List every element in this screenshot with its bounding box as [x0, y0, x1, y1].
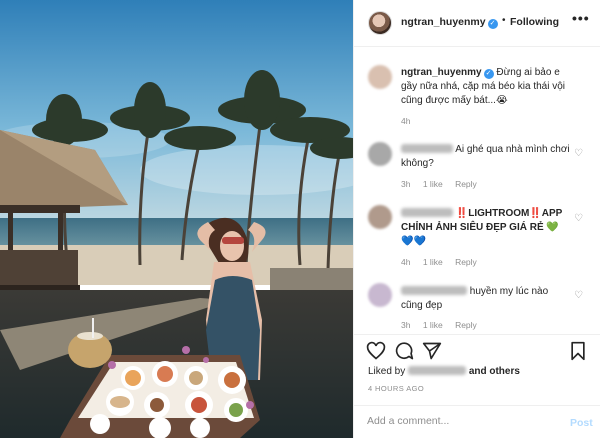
post-actions: Liked by and others 4 HOURS AGO Post	[354, 334, 600, 438]
resort-pool-photo	[0, 0, 353, 438]
hidden-username[interactable]	[401, 208, 453, 217]
more-options-icon[interactable]: •••	[572, 10, 590, 26]
comment-meta: 4h 1 like Reply	[401, 257, 487, 267]
add-comment-bar: Post	[354, 405, 600, 438]
author-username[interactable]: ngtran_huyenmy ✓	[401, 16, 498, 29]
liked-by-others[interactable]: and others	[469, 366, 520, 377]
comment-likes[interactable]: 1 like	[423, 179, 443, 189]
post-header: ngtran_huyenmy ✓ • Following •••	[354, 0, 600, 47]
comment-meta: 3h 1 like Reply	[401, 320, 487, 330]
comment-age[interactable]: 3h	[401, 320, 410, 330]
verified-icon: ✓	[483, 69, 494, 79]
comment-likes[interactable]: 1 like	[423, 257, 443, 267]
following-button[interactable]: Following	[510, 16, 559, 28]
comment-icon[interactable]	[394, 341, 414, 361]
header-separator: •	[502, 15, 506, 26]
caption-age[interactable]: 4h	[401, 116, 410, 126]
blue-hearts-emoji: 💙💙	[401, 236, 426, 247]
crying-emoji: 😭	[495, 95, 508, 106]
author-username-text[interactable]: ngtran_huyenmy	[401, 16, 486, 28]
reply-button[interactable]: Reply	[455, 320, 477, 330]
reply-button[interactable]: Reply	[455, 179, 477, 189]
like-comment-icon[interactable]: ♡	[574, 213, 583, 224]
add-comment-input[interactable]	[367, 415, 547, 427]
share-icon[interactable]	[422, 341, 442, 361]
author-avatar[interactable]	[368, 11, 392, 35]
comment-avatar[interactable]	[368, 205, 392, 229]
hidden-username[interactable]	[401, 286, 467, 295]
comment-age[interactable]: 4h	[401, 257, 410, 267]
like-comment-icon[interactable]: ♡	[574, 148, 583, 159]
reply-button[interactable]: Reply	[455, 257, 477, 267]
verified-icon: ✓	[487, 19, 498, 29]
comments-list[interactable]: ngtran_huyenmy ✓ Đừng ai bảo e gầy nữa nh…	[354, 47, 600, 334]
comment-item: Ai ghé qua nhà mình chơi không?	[401, 143, 571, 171]
comment-likes[interactable]: 1 like	[423, 320, 443, 330]
hidden-liker-name[interactable]	[408, 366, 467, 375]
liked-by-prefix: Liked by	[368, 366, 406, 377]
instagram-post: ngtran_huyenmy ✓ • Following ••• ngtran_h…	[0, 0, 600, 438]
bookmark-icon[interactable]	[568, 341, 588, 361]
post-timestamp[interactable]: 4 HOURS AGO	[368, 384, 424, 393]
comment-avatar[interactable]	[368, 142, 392, 166]
like-comment-icon[interactable]: ♡	[574, 290, 583, 301]
liked-by: Liked by and others	[368, 366, 520, 377]
comment-avatar[interactable]	[368, 283, 392, 307]
caption: ngtran_huyenmy ✓ Đừng ai bảo e gầy nữa nh…	[401, 66, 571, 108]
comment-meta: 3h 1 like Reply	[401, 179, 487, 189]
caption-avatar[interactable]	[368, 65, 392, 89]
post-photo[interactable]	[0, 0, 353, 438]
post-side-panel: ngtran_huyenmy ✓ • Following ••• ngtran_h…	[353, 0, 600, 438]
comment-item: huyền my lúc nào cũng đẹp	[401, 285, 571, 313]
caption-meta: 4h	[401, 116, 420, 126]
comment-item: ‼️LIGHTROOM‼️APP CHỈNH ẢNH SIÊU ĐẸP GIÁ …	[401, 207, 571, 249]
caption-username[interactable]: ngtran_huyenmy	[401, 67, 482, 78]
comment-age[interactable]: 3h	[401, 179, 410, 189]
post-comment-button[interactable]: Post	[570, 417, 593, 429]
hidden-username[interactable]	[401, 144, 453, 153]
green-heart-emoji: 💚	[546, 222, 559, 233]
heart-icon[interactable]	[366, 341, 386, 361]
